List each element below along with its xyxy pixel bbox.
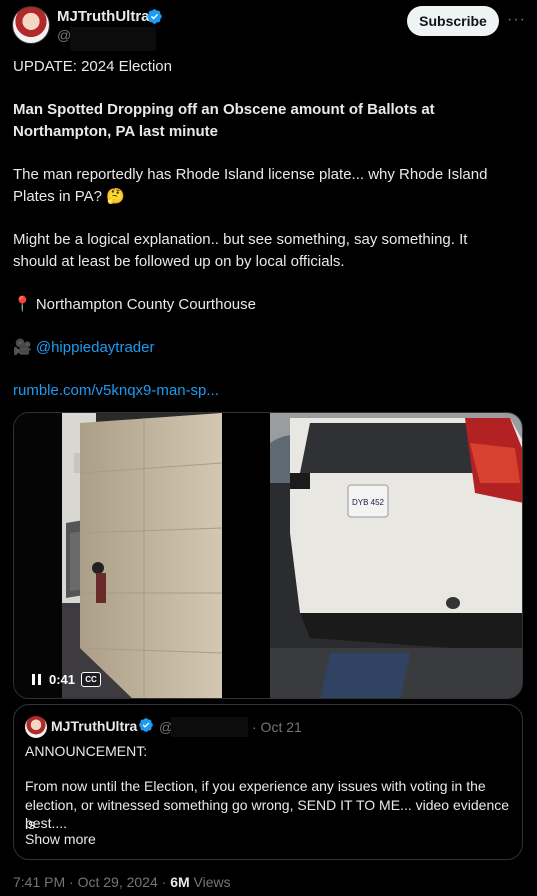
quoted-tweet[interactable]: MJTruthUltra @ · Oct 21 ANNOUNCEMENT: Fr… <box>13 704 523 860</box>
video-frame-right: DYB 452 <box>270 413 522 698</box>
captions-icon[interactable]: CC <box>81 671 102 687</box>
tweet-headline-1: Man Spotted Dropping off an Obscene amou… <box>13 101 435 118</box>
subscribe-button[interactable]: Subscribe <box>407 6 499 36</box>
video-camera-icon: 🎥 <box>13 339 32 356</box>
quote-author-name: MJTruthUltra <box>51 718 138 734</box>
views-count: 6M <box>170 874 190 890</box>
courthouse-interior-image <box>14 413 270 698</box>
video-credit-line: 🎥 @hippiedaytrader <box>13 337 523 358</box>
video-player[interactable]: DYB 452 0:41 CC <box>13 412 523 699</box>
tweet-para2-2: should at least be followed up on by loc… <box>13 253 345 270</box>
quote-verified-badge-icon <box>139 718 153 732</box>
video-controls: 0:41 CC <box>29 669 102 689</box>
tweet-para1-1: The man reportedly has Rhode Island lice… <box>13 166 488 183</box>
tweet-text-update: UPDATE: 2024 Election <box>13 58 172 75</box>
show-more-link[interactable]: Show more <box>25 830 515 849</box>
quote-author-avatar <box>25 716 47 738</box>
handle-redaction <box>70 27 156 51</box>
video-time: 0:41 <box>49 671 76 687</box>
quote-line-1: ANNOUNCEMENT: <box>25 743 148 759</box>
views-label: Views <box>189 874 231 890</box>
tweet-headline-2: Northampton, PA last minute <box>13 123 219 140</box>
author-name[interactable]: MJTruthUltra <box>57 8 150 25</box>
tweet-para1-2: Plates in PA? 🤔 <box>13 188 125 205</box>
external-link[interactable]: rumble.com/v5knqx9-man-sp... <box>13 380 523 401</box>
credit-mention-link[interactable]: @hippiedaytrader <box>36 339 155 356</box>
quote-date: · Oct 21 <box>252 719 302 735</box>
tweet-meta: 7:41 PM · Oct 29, 2024 · 6M Views <box>13 874 231 890</box>
verified-badge-icon <box>147 9 162 24</box>
tweet-location: 📍 Northampton County Courthouse <box>13 296 256 313</box>
quote-line-2a: From now until the Election, if you expe… <box>25 778 486 794</box>
pause-icon[interactable] <box>29 672 43 686</box>
video-frame-left <box>14 413 270 698</box>
author-avatar[interactable] <box>12 6 50 44</box>
license-plate-text: DYB 452 <box>352 498 385 507</box>
car-rear-image: DYB 452 <box>270 413 522 698</box>
tweet-header: MJTruthUltra @ Subscribe ··· <box>0 0 537 51</box>
tweet-para2-1: Might be a logical explanation.. but see… <box>13 231 468 248</box>
more-options-icon[interactable]: ··· <box>507 10 525 30</box>
tweet-timestamp[interactable]: 7:41 PM · Oct 29, 2024 · <box>13 874 170 890</box>
quote-handle-redaction <box>171 717 248 737</box>
